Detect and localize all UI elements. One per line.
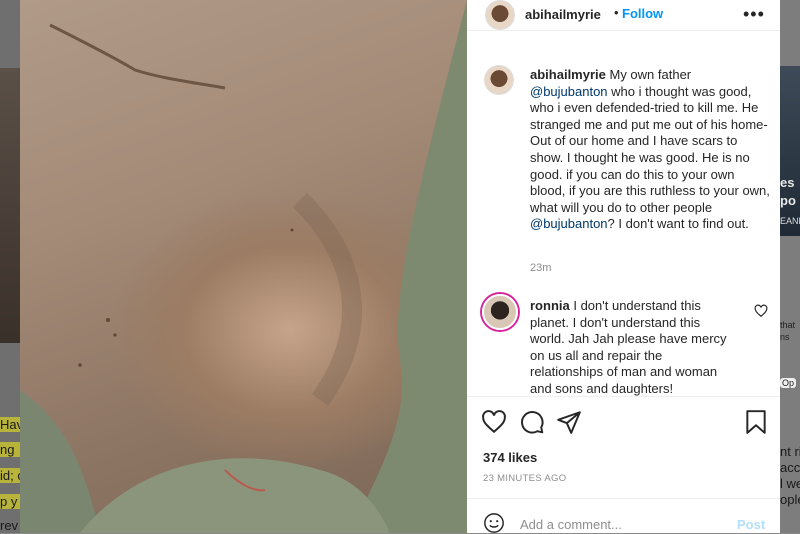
post-actions-bar — [467, 396, 780, 437]
background-text-fragment: ns — [780, 332, 790, 342]
post-comment-button[interactable]: Post — [737, 517, 765, 532]
background-text-fragment: that — [780, 320, 796, 330]
background-text-fragment: rev — [0, 518, 19, 533]
avatar[interactable] — [485, 0, 515, 30]
comment-icon[interactable] — [519, 409, 545, 435]
bookmark-icon[interactable] — [743, 409, 769, 435]
more-options-icon[interactable]: ••• — [743, 4, 765, 25]
background-text-fragment: p y — [0, 494, 20, 509]
background-text-fragment: id; c — [0, 468, 20, 483]
comment-username[interactable]: ronnia — [530, 298, 570, 313]
mention-link[interactable]: @bujubanton — [530, 84, 608, 99]
caption-text: My own father — [605, 67, 692, 82]
photo-illustration — [20, 0, 467, 533]
likes-count[interactable]: 374 likes — [483, 450, 537, 465]
caption-text: who i thought was good, who i even defen… — [530, 83, 770, 215]
follow-button[interactable]: Follow — [622, 6, 663, 21]
heart-icon[interactable] — [481, 409, 507, 435]
background-right-image — [780, 66, 800, 236]
background-text-fragment: ng — [0, 442, 20, 457]
emoji-icon[interactable] — [483, 512, 505, 534]
mention-link[interactable]: @bujubanton — [530, 216, 608, 231]
caption-username[interactable]: abihailmyrie — [530, 67, 606, 82]
background-text-fragment: EANE — [780, 216, 800, 226]
comment: ronnia I don't understand this planet. I… — [530, 298, 730, 398]
background-text-fragment: l we — [780, 476, 800, 491]
background-text-fragment: ople — [780, 492, 800, 507]
background-text-fragment: nt ri — [780, 444, 800, 459]
background-text-fragment: po — [780, 193, 796, 208]
background-text-fragment: acc — [780, 460, 800, 475]
post-header: abihailmyrie • Follow ••• — [467, 0, 780, 31]
add-comment-bar: Post — [467, 498, 780, 534]
background-right-column: es po EANE that ns Op nt ri acc l we opl… — [780, 0, 800, 533]
background-text-fragment: Hav — [0, 417, 20, 432]
add-comment-input[interactable] — [520, 517, 700, 532]
avatar[interactable] — [482, 294, 518, 330]
caption-timestamp[interactable]: 23m — [530, 262, 551, 274]
background-text-fragment: Op — [780, 378, 797, 388]
like-comment-heart-icon[interactable] — [754, 304, 768, 318]
post-timestamp: 23 MINUTES AGO — [483, 473, 567, 484]
avatar[interactable] — [484, 65, 514, 95]
background-left-image — [0, 68, 20, 343]
post-caption: abihailmyrie My own father @bujubanton w… — [530, 67, 770, 233]
caption-text: ? I don't want to find out. — [607, 216, 749, 232]
post-username[interactable]: abihailmyrie — [525, 7, 601, 22]
share-icon[interactable] — [556, 409, 582, 435]
separator-dot: • — [614, 5, 619, 20]
post-photo[interactable] — [20, 0, 467, 533]
background-text-fragment: es — [780, 175, 795, 190]
post-detail-panel: abihailmyrie • Follow ••• abihailmyrie M… — [467, 0, 780, 533]
